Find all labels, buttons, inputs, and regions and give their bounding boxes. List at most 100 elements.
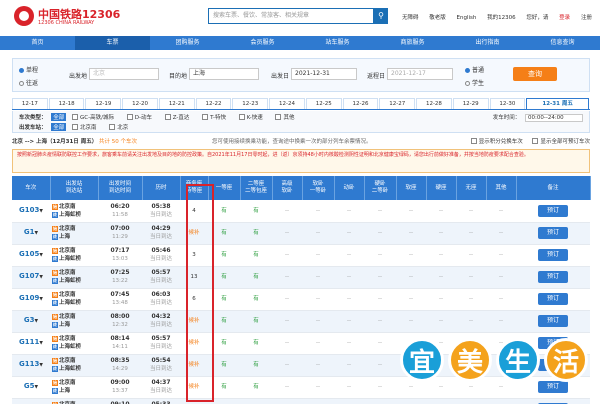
login-link[interactable]: 登录 bbox=[559, 15, 570, 21]
nav-business-service[interactable]: 商旅服务 bbox=[375, 36, 450, 50]
train-number[interactable]: G113▼ bbox=[12, 354, 50, 377]
filter-k[interactable]: K-快速 bbox=[239, 115, 263, 121]
date-tab[interactable]: 12-28 bbox=[416, 98, 452, 109]
train-count: 共计 50 个车次 bbox=[98, 139, 137, 145]
show-bookable-checkbox[interactable]: 显示全部可预订车次 bbox=[532, 139, 590, 145]
seat-cell: -- bbox=[272, 376, 302, 399]
nav-home[interactable]: 首页 bbox=[0, 36, 75, 50]
search-icon[interactable]: ⚲ bbox=[374, 8, 388, 24]
seat-cell: -- bbox=[364, 288, 396, 311]
date-tab[interactable]: 12-27 bbox=[379, 98, 416, 109]
from-station-input[interactable]: 北京 bbox=[89, 68, 159, 80]
book-button[interactable]: 预订 bbox=[538, 227, 568, 239]
date-tab[interactable]: 12-17 bbox=[12, 98, 48, 109]
train-number[interactable]: G109▼ bbox=[12, 288, 50, 311]
accessibility-link[interactable]: 无障碍 bbox=[402, 15, 419, 21]
train-number[interactable]: G5▼ bbox=[12, 376, 50, 399]
seat-cell: -- bbox=[334, 244, 364, 267]
seat-cell: -- bbox=[364, 310, 396, 333]
points-redemption-checkbox[interactable]: 显示积分兑换车次 bbox=[471, 139, 523, 145]
filter-gc[interactable]: GC-高铁/城际 bbox=[72, 115, 114, 121]
seat-cell: -- bbox=[272, 354, 302, 377]
train-number[interactable]: G107▼ bbox=[12, 266, 50, 289]
date-tab-active[interactable]: 12-31 周五 bbox=[526, 98, 589, 109]
seat-cell: -- bbox=[364, 398, 396, 404]
first-class-cell: 有 bbox=[208, 244, 240, 267]
date-tab[interactable]: 12-22 bbox=[195, 98, 232, 109]
nav-travel-guide[interactable]: 出行指南 bbox=[450, 36, 525, 50]
seat-cell: -- bbox=[302, 222, 334, 245]
train-number[interactable]: G3▼ bbox=[12, 310, 50, 333]
filter-t[interactable]: T-特快 bbox=[202, 115, 226, 121]
train-number[interactable]: G111▼ bbox=[12, 332, 50, 355]
filter-beijing-south[interactable]: 北京南 bbox=[72, 125, 97, 131]
all-stations-tag[interactable]: 全部 bbox=[51, 123, 67, 131]
date-tab[interactable]: 12-30 bbox=[489, 98, 526, 109]
english-link[interactable]: English bbox=[457, 15, 477, 21]
filter-beijing[interactable]: 北京 bbox=[109, 125, 128, 131]
round-trip-radio[interactable]: 往返 bbox=[19, 78, 38, 87]
date-tab[interactable]: 12-19 bbox=[85, 98, 122, 109]
to-station-input[interactable]: 上海 bbox=[189, 68, 259, 80]
col-no-seat: 无座 bbox=[456, 176, 487, 200]
one-way-radio[interactable]: 单程 bbox=[19, 65, 38, 74]
adult-passenger-radio[interactable]: 普通 bbox=[465, 65, 484, 74]
date-tab[interactable]: 12-25 bbox=[305, 98, 342, 109]
col-duration[interactable]: 历时 bbox=[142, 176, 181, 200]
railway-logo-icon[interactable] bbox=[14, 6, 34, 26]
col-times[interactable]: 出发时间 到达时间 bbox=[98, 176, 143, 200]
result-summary: 北京 --> 上海（12月31日 周五） 共计 50 个车次 您可使用接续换乘功… bbox=[12, 137, 590, 147]
filter-other[interactable]: 其他 bbox=[275, 115, 294, 121]
duration-cell: 04:29 当日到达 bbox=[142, 222, 180, 245]
nav-info-query[interactable]: 信息查询 bbox=[525, 36, 600, 50]
date-tab[interactable]: 12-21 bbox=[158, 98, 195, 109]
second-class-cell: 有 bbox=[240, 376, 272, 399]
date-tab[interactable]: 12-20 bbox=[122, 98, 158, 109]
return-date-input[interactable]: 2021-12-17 bbox=[387, 68, 453, 80]
date-tab[interactable]: 12-26 bbox=[342, 98, 379, 109]
train-number[interactable]: G1▼ bbox=[12, 222, 50, 245]
date-tab[interactable]: 12-18 bbox=[48, 98, 85, 109]
times-cell: 09:1014:43 bbox=[98, 398, 142, 404]
book-button[interactable]: 预订 bbox=[538, 293, 568, 305]
times-cell: 09:00 13:37 bbox=[98, 376, 142, 399]
train-number[interactable]: G103▼ bbox=[12, 200, 50, 223]
student-passenger-radio[interactable]: 学生 bbox=[465, 78, 484, 87]
book-cell: 预订 bbox=[516, 398, 590, 404]
nav-group-service[interactable]: 团购服务 bbox=[150, 36, 225, 50]
all-types-tag[interactable]: 全部 bbox=[51, 113, 67, 121]
nav-station-service[interactable]: 站车服务 bbox=[300, 36, 375, 50]
stations-cell: 北京南上海虹桥 bbox=[50, 332, 98, 355]
header: 中国铁路12306 12306 CHINA RAILWAY 搜索车票、餐饮、常旅… bbox=[0, 0, 600, 32]
business-seat-cell: 13 bbox=[180, 266, 208, 289]
filter-d[interactable]: D-动车 bbox=[127, 115, 152, 121]
transfer-note[interactable]: 您可使用接续换乘功能，查询途中换乘一次的部分列车余票情况。 bbox=[212, 137, 372, 145]
train-number[interactable]: G115▼ bbox=[12, 398, 50, 404]
elderly-mode-link[interactable]: 敬老版 bbox=[429, 15, 446, 21]
book-button[interactable]: 预订 bbox=[538, 315, 568, 327]
book-button[interactable]: 预订 bbox=[538, 271, 568, 283]
filter-z[interactable]: Z-直达 bbox=[165, 115, 190, 121]
date-tab[interactable]: 12-29 bbox=[452, 98, 489, 109]
register-link[interactable]: 注册 bbox=[581, 15, 592, 21]
second-class-cell: 有 bbox=[240, 398, 272, 404]
book-button[interactable]: 预订 bbox=[538, 204, 568, 217]
book-cell: 预订 bbox=[516, 200, 590, 223]
book-button[interactable]: 预订 bbox=[538, 249, 568, 261]
business-seat-cell: 候补 bbox=[180, 332, 208, 355]
date-tab[interactable]: 12-24 bbox=[269, 98, 305, 109]
my-12306-link[interactable]: 我的12306 bbox=[487, 15, 516, 21]
table-row: G109▼北京南上海虹桥07:4513:4806:03当日到达6有有------… bbox=[12, 288, 590, 311]
seat-cell: -- bbox=[486, 288, 516, 311]
site-search-input[interactable]: 搜索车票、餐饮、常旅客、相关规章 bbox=[208, 8, 374, 24]
query-button[interactable]: 查询 bbox=[513, 67, 557, 81]
seat-cell: -- bbox=[272, 332, 302, 355]
train-number[interactable]: G105▼ bbox=[12, 244, 50, 267]
date-tab[interactable]: 12-23 bbox=[232, 98, 269, 109]
nav-member-service[interactable]: 会员服务 bbox=[225, 36, 300, 50]
stations-cell: 北京南上海虹桥 bbox=[50, 244, 98, 267]
depart-date-input[interactable]: 2021-12-31 bbox=[291, 68, 357, 80]
nav-tickets[interactable]: 车票 bbox=[75, 36, 150, 50]
depart-time-select[interactable]: 00:00--24:00 bbox=[525, 114, 583, 122]
col-first-class: 一等座 bbox=[208, 176, 241, 200]
